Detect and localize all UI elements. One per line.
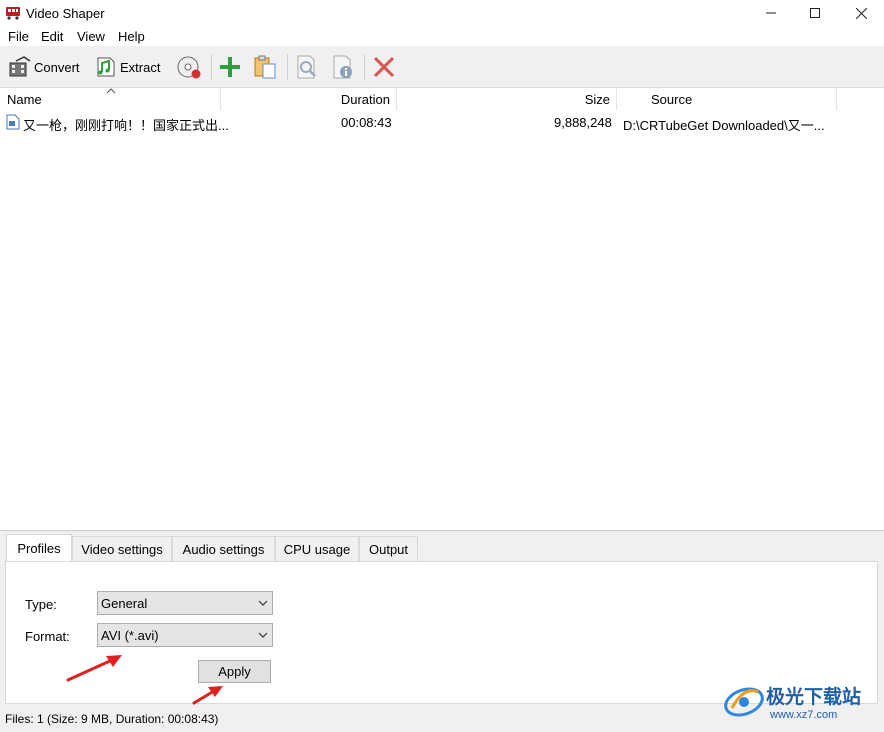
menu-help[interactable]: Help (118, 29, 145, 44)
menu-bar: File Edit View Help (0, 26, 884, 46)
plus-icon (220, 57, 240, 77)
aurora-logo-icon (724, 687, 764, 717)
tab-output[interactable]: Output (359, 536, 418, 562)
column-header-size[interactable]: Size (397, 88, 617, 110)
type-select-value: General (101, 596, 148, 611)
format-select[interactable]: AVI (*.avi) (97, 623, 273, 647)
type-select[interactable]: General (97, 591, 273, 615)
tab-audio-settings[interactable]: Audio settings (172, 536, 275, 562)
watermark-brand: 极光下载站 (766, 686, 862, 708)
disc-record-icon (177, 56, 201, 79)
menu-view[interactable]: View (77, 29, 105, 44)
annotation-arrow-icon (192, 686, 223, 705)
menu-edit[interactable]: Edit (41, 29, 63, 44)
add-file-button[interactable] (218, 52, 242, 82)
title-bar: Video Shaper (0, 0, 884, 26)
delete-x-icon (373, 56, 395, 78)
column-header-source[interactable]: Source (617, 88, 837, 110)
format-label: Format: (25, 629, 70, 644)
maximize-icon (810, 8, 820, 18)
column-header-name[interactable]: Name (0, 88, 221, 110)
chevron-down-icon (258, 600, 268, 606)
clipboard-icon (254, 55, 276, 79)
paste-button[interactable] (252, 52, 278, 82)
window-title: Video Shaper (26, 6, 105, 21)
app-logo-icon (6, 7, 20, 20)
status-text: Files: 1 (Size: 9 MB, Duration: 00:08:43… (5, 712, 219, 726)
apply-button[interactable]: Apply (198, 660, 271, 683)
toolbar-separator (287, 54, 288, 80)
close-button[interactable] (838, 0, 884, 26)
maximize-button[interactable] (792, 0, 838, 26)
burn-disc-button[interactable] (176, 52, 202, 82)
watermark-url: www.xz7.com (770, 709, 838, 721)
column-size-label: Size (584, 92, 610, 107)
row-duration: 00:08:43 (341, 115, 392, 130)
format-select-value: AVI (*.avi) (101, 628, 159, 643)
info-document-icon (333, 55, 352, 79)
column-header-duration[interactable]: Duration (221, 88, 397, 110)
table-row[interactable]: 又一枪，刚刚打响！！国家正式出... 00:08:43 9,888,248 D:… (0, 112, 884, 133)
column-source-label: Source (651, 92, 693, 107)
tab-audio-settings-label: Audio settings (182, 542, 265, 557)
tab-profiles-label: Profiles (17, 541, 61, 556)
row-name: 又一枪，刚刚打响！！国家正式出... (23, 118, 229, 133)
extract-button[interactable]: Extract (92, 52, 160, 82)
tab-video-settings-label: Video settings (81, 542, 163, 557)
remove-button[interactable] (372, 52, 396, 82)
menu-file[interactable]: File (8, 29, 29, 44)
tab-cpu-usage[interactable]: CPU usage (275, 536, 359, 562)
sort-ascending-icon (106, 88, 116, 94)
tab-output-label: Output (368, 542, 409, 557)
row-source: D:\CRTubeGet Downloaded\又一... (623, 118, 825, 133)
tab-video-settings[interactable]: Video settings (72, 536, 172, 562)
row-size: 9,888,248 (554, 115, 612, 130)
minimize-icon (766, 12, 776, 14)
toolbar-separator (364, 54, 365, 80)
tab-cpu-usage-label: CPU usage (283, 542, 351, 557)
column-name-label: Name (7, 92, 42, 107)
column-duration-label: Duration (340, 92, 390, 107)
toolbar: Convert Extract (0, 46, 884, 88)
preview-button[interactable] (294, 52, 320, 82)
minimize-button[interactable] (748, 0, 794, 26)
close-icon (855, 7, 867, 19)
toolbar-separator (211, 54, 212, 80)
video-file-icon (6, 114, 20, 130)
tab-profiles[interactable]: Profiles (6, 534, 72, 562)
extract-label: Extract (120, 59, 161, 75)
type-label: Type: (25, 597, 57, 612)
magnifier-document-icon (297, 55, 316, 79)
convert-label: Convert (34, 59, 80, 75)
watermark-logo: 极光下载站 www.xz7.com (722, 678, 882, 728)
film-convert-icon (9, 56, 31, 77)
file-info-button[interactable] (330, 52, 356, 82)
music-extract-icon (97, 57, 115, 77)
annotation-arrow-icon (66, 655, 122, 682)
chevron-down-icon (258, 632, 268, 638)
convert-button[interactable]: Convert (8, 52, 80, 82)
file-list[interactable]: Name Duration Size Source 又一枪，刚刚打响！！国家正式… (0, 88, 884, 531)
